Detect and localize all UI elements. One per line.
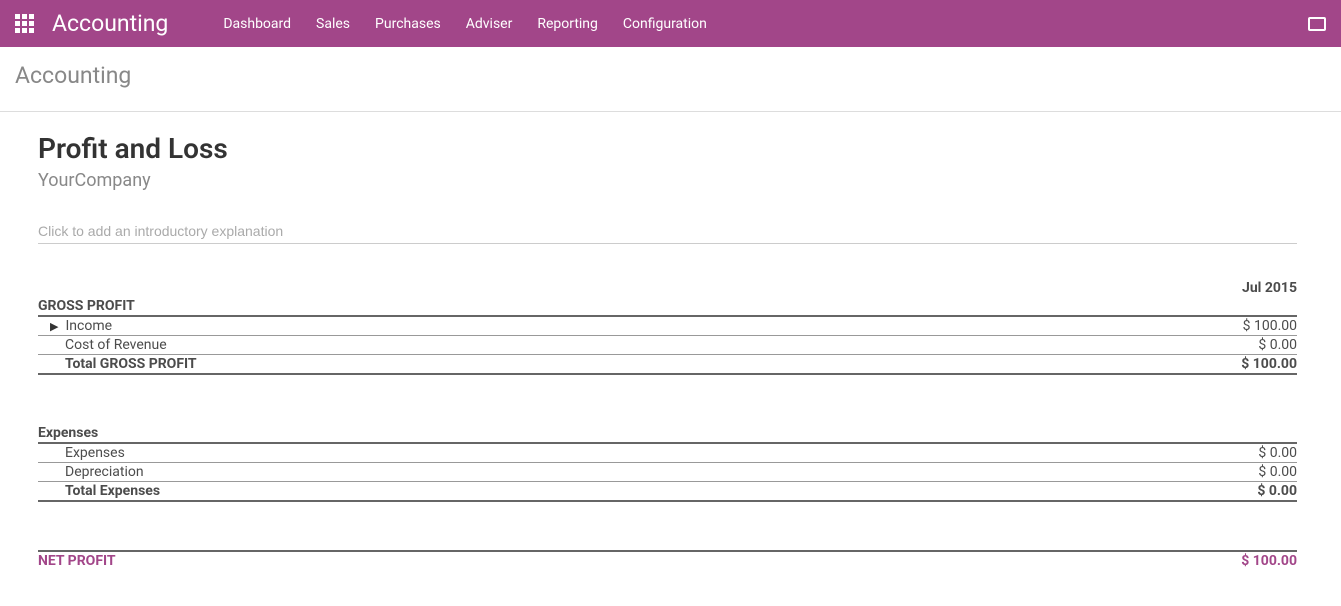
- gross-profit-header-label: GROSS PROFIT: [38, 297, 1147, 316]
- explanation-input[interactable]: [38, 219, 1297, 244]
- expenses-row[interactable]: Expenses $ 0.00: [38, 443, 1297, 463]
- navbar-brand[interactable]: Accounting: [52, 10, 168, 37]
- gross-profit-header-row: GROSS PROFIT: [38, 297, 1297, 316]
- nav-sales[interactable]: Sales: [316, 16, 350, 32]
- total-gross-profit-row: Total GROSS PROFIT $ 100.00: [38, 355, 1297, 375]
- cost-of-revenue-value: $ 0.00: [1147, 336, 1297, 355]
- depreciation-label: Depreciation: [38, 463, 1147, 482]
- nav-reporting[interactable]: Reporting: [537, 16, 598, 32]
- top-navbar: Accounting Dashboard Sales Purchases Adv…: [0, 0, 1341, 47]
- total-expenses-label: Total Expenses: [38, 482, 1147, 502]
- caret-right-icon[interactable]: ▶: [50, 320, 62, 333]
- depreciation-row[interactable]: Depreciation $ 0.00: [38, 463, 1297, 482]
- depreciation-value: $ 0.00: [1147, 463, 1297, 482]
- period-header-row: Jul 2015: [38, 279, 1297, 297]
- report-container: Profit and Loss YourCompany Jul 2015 GRO…: [0, 112, 1335, 600]
- net-profit-label: NET PROFIT: [38, 551, 1147, 570]
- spacer-row: [38, 374, 1297, 424]
- mail-icon[interactable]: [1308, 17, 1326, 31]
- net-profit-value: $ 100.00: [1147, 551, 1297, 570]
- total-gross-profit-value: $ 100.00: [1147, 355, 1297, 375]
- expenses-header-row: Expenses: [38, 424, 1297, 443]
- cost-of-revenue-label: Cost of Revenue: [38, 336, 1147, 355]
- apps-grid-icon[interactable]: [15, 14, 34, 33]
- report-title: Profit and Loss: [38, 132, 1297, 165]
- income-label: Income: [65, 318, 112, 334]
- net-profit-row: NET PROFIT $ 100.00: [38, 551, 1297, 570]
- breadcrumb-bar: Accounting: [0, 47, 1341, 112]
- income-row[interactable]: ▶ Income $ 100.00: [38, 316, 1297, 336]
- spacer-row-2: [38, 501, 1297, 551]
- period-label: Jul 2015: [1147, 279, 1297, 297]
- report-company: YourCompany: [38, 170, 1297, 191]
- expenses-header-label: Expenses: [38, 424, 1147, 443]
- cost-of-revenue-row[interactable]: Cost of Revenue $ 0.00: [38, 336, 1297, 355]
- report-table: Jul 2015 GROSS PROFIT ▶ Income $ 100.00 …: [38, 279, 1297, 570]
- total-gross-profit-label: Total GROSS PROFIT: [38, 355, 1147, 375]
- nav-adviser[interactable]: Adviser: [466, 16, 513, 32]
- navbar-right: [1308, 17, 1326, 31]
- expenses-value: $ 0.00: [1147, 443, 1297, 463]
- nav-dashboard[interactable]: Dashboard: [223, 16, 291, 32]
- nav-purchases[interactable]: Purchases: [375, 16, 441, 32]
- navbar-menu: Dashboard Sales Purchases Adviser Report…: [223, 16, 707, 32]
- nav-configuration[interactable]: Configuration: [623, 16, 707, 32]
- income-value: $ 100.00: [1147, 316, 1297, 336]
- breadcrumb-title: Accounting: [15, 62, 131, 89]
- total-expenses-row: Total Expenses $ 0.00: [38, 482, 1297, 502]
- total-expenses-value: $ 0.00: [1147, 482, 1297, 502]
- expenses-label: Expenses: [38, 443, 1147, 463]
